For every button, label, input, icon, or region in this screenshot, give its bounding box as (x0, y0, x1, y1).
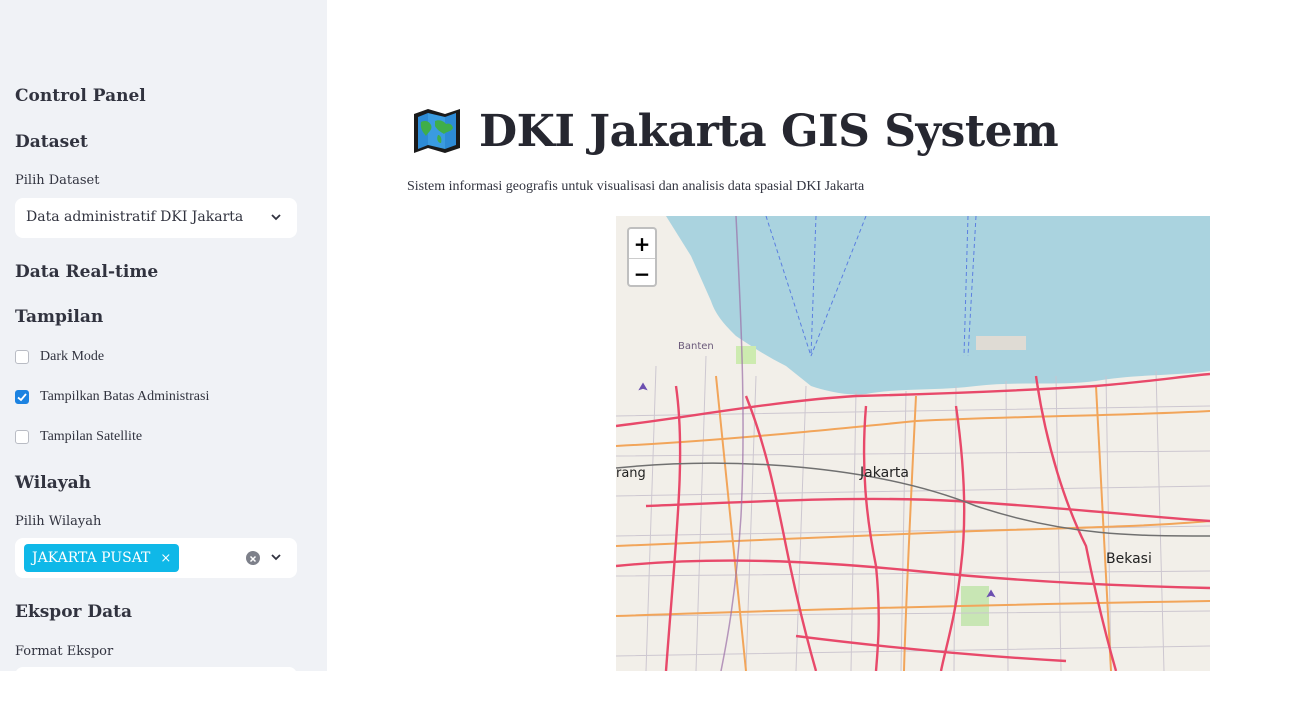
export-format-label: Format Ekspor (15, 644, 114, 659)
tag-remove-icon[interactable]: × (160, 551, 171, 566)
zoom-out-button[interactable]: − (629, 259, 655, 288)
dark-mode-label: Dark Mode (40, 349, 105, 364)
page-subtitle: Sistem informasi geografis untuk visuali… (407, 179, 865, 194)
admin-boundary-label: Tampilkan Batas Administrasi (40, 389, 210, 404)
satellite-label: Tampilan Satellite (40, 429, 143, 444)
dataset-heading: Dataset (15, 132, 88, 152)
admin-boundary-checkbox[interactable]: Tampilkan Batas Administrasi (15, 387, 209, 407)
close-icon (249, 555, 257, 563)
export-heading: Ekspor Data (15, 602, 133, 622)
region-multiselect[interactable]: JAKARTA PUSAT × (15, 538, 297, 578)
page-title: DKI Jakarta GIS System (479, 106, 1059, 157)
region-label: Pilih Wilayah (15, 514, 102, 529)
zoom-in-button[interactable]: + (629, 229, 655, 259)
dark-mode-checkbox[interactable]: Dark Mode (15, 347, 104, 367)
chevron-down-icon[interactable] (269, 550, 283, 564)
map-zoom-control: + − (627, 227, 657, 287)
control-panel-heading: Control Panel (15, 86, 146, 106)
region-heading: Wilayah (15, 473, 91, 493)
sidebar: Control Panel Dataset Pilih Dataset Data… (0, 0, 327, 707)
export-format-select[interactable] (15, 667, 297, 707)
world-map-icon (414, 109, 460, 153)
check-icon (17, 393, 27, 402)
realtime-heading: Data Real-time (15, 262, 159, 282)
region-tag-label: JAKARTA PUSAT (32, 550, 151, 566)
map-label-jakarta: Jakarta (860, 465, 909, 481)
dataset-select[interactable]: Data administratif DKI Jakarta (15, 198, 297, 238)
dataset-label: Pilih Dataset (15, 173, 100, 188)
display-heading: Tampilan (15, 307, 104, 327)
map-view[interactable]: Jakarta Bekasi Banten rang + − (616, 216, 1210, 671)
chevron-down-icon (271, 214, 281, 221)
map-label-banten: Banten (678, 341, 714, 352)
map-label-bekasi: Bekasi (1106, 551, 1152, 567)
map-label-tangerang: rang (616, 466, 646, 481)
checkbox-box[interactable] (15, 350, 29, 364)
satellite-checkbox[interactable]: Tampilan Satellite (15, 427, 142, 447)
region-tag: JAKARTA PUSAT × (24, 544, 180, 572)
checkbox-box[interactable] (15, 430, 29, 444)
dataset-select-value: Data administratif DKI Jakarta (26, 209, 244, 225)
map-tiles (616, 216, 1210, 671)
clear-icon[interactable] (246, 551, 260, 565)
checkbox-box-checked[interactable] (15, 390, 29, 404)
